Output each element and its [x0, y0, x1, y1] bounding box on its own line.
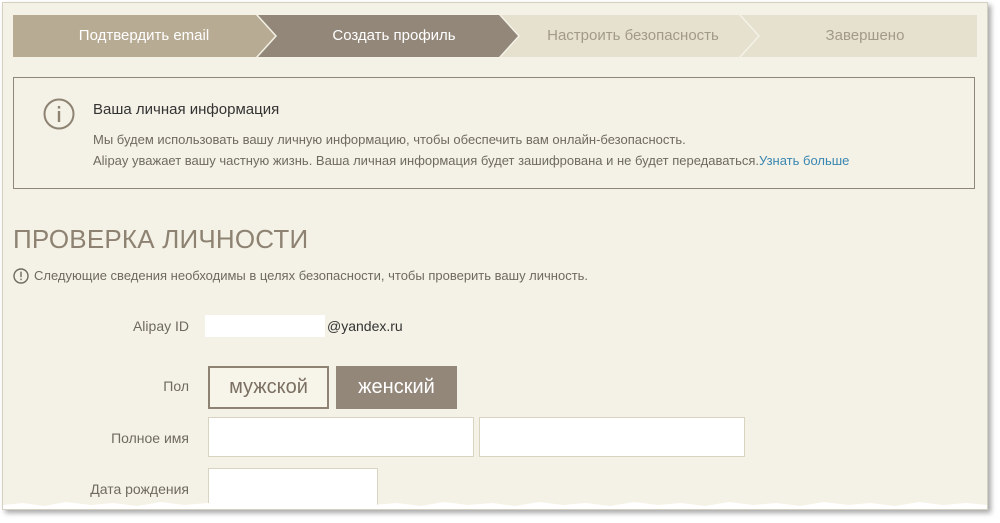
alipay-id-domain: @yandex.ru [327, 318, 403, 334]
info-text-line-1: Мы будем использовать вашу личную информ… [93, 132, 686, 147]
step-confirm-email: Подтвердить email [78, 27, 210, 44]
torn-edge-decoration [3, 502, 987, 509]
exclamation-circle-icon [13, 267, 29, 284]
alipay-id-field[interactable] [205, 315, 325, 337]
alipay-id-label: Alipay ID [132, 318, 189, 334]
info-text-line-2: Alipay уважает вашу частную жизнь. Ваша … [93, 153, 849, 168]
security-notice-text: Следующие сведения необходимы в целях бе… [34, 268, 589, 284]
step-completed: Завершено [825, 27, 905, 44]
first-name-input[interactable] [208, 417, 474, 457]
step-setup-security: Настроить безопасность [547, 27, 719, 44]
info-icon [43, 98, 75, 130]
full-name-label: Полное имя [111, 430, 189, 446]
birth-date-label: Дата рождения [90, 481, 189, 497]
progress-stepper: Подтвердить email Создать профиль Настро… [13, 15, 977, 57]
gender-label: Пол [163, 378, 189, 394]
security-notice: Следующие сведения необходимы в целях бе… [13, 267, 589, 284]
info-title: Ваша личная информация [93, 101, 280, 118]
gender-female-button[interactable]: женский [336, 366, 457, 409]
registration-page: Подтвердить email Создать профиль Настро… [2, 2, 988, 510]
gender-male-button[interactable]: мужской [208, 366, 329, 409]
last-name-input[interactable] [479, 417, 745, 457]
info-text-line-2-text: Alipay уважает вашу частную жизнь. Ваша … [93, 153, 760, 168]
learn-more-link[interactable]: Узнать больше [759, 153, 849, 168]
personal-info-notice: Ваша личная информация Мы будем использо… [13, 77, 975, 189]
section-title: ПРОВЕРКА ЛИЧНОСТИ [13, 224, 309, 254]
step-create-profile: Создать профиль [332, 27, 456, 44]
